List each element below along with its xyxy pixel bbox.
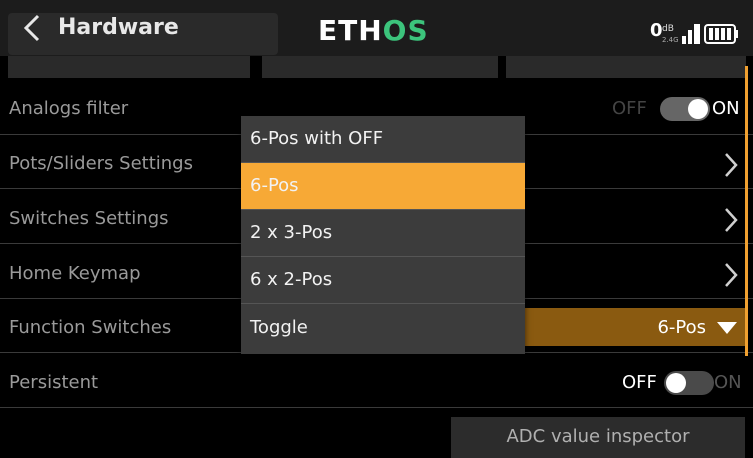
function-switches-value: 6-Pos — [657, 317, 706, 338]
dropdown-option[interactable]: 6 x 2-Pos — [241, 257, 525, 303]
toggle-knob — [666, 373, 686, 393]
analogs-filter-label: Analogs filter — [9, 98, 129, 119]
dropdown-option[interactable]: 2 x 3-Pos — [241, 210, 525, 256]
function-switches-select[interactable]: 6-Pos — [525, 308, 746, 346]
ethos-logo: ETHOS — [318, 15, 429, 45]
scrolled-row-fragment — [262, 56, 498, 78]
analogs-filter-on-label: ON — [712, 98, 740, 119]
persistent-toggle[interactable] — [664, 371, 714, 395]
dropdown-option[interactable]: 6-Pos with OFF — [241, 116, 525, 162]
home-keymap-label: Home Keymap — [9, 263, 141, 284]
row-persistent: Persistent OFF ON — [0, 358, 753, 414]
scroll-indicator — [745, 66, 748, 356]
chevron-right-icon — [725, 263, 738, 287]
function-switches-label: Function Switches — [9, 317, 172, 338]
scrolled-row-fragment — [8, 56, 250, 78]
page-title: Hardware — [58, 15, 179, 40]
chevron-right-icon — [725, 153, 738, 177]
battery-icon — [704, 24, 738, 44]
top-bar: Hardware ETHOS 0 dB 2.4G — [0, 0, 753, 56]
persistent-off-label: OFF — [622, 372, 657, 393]
option-label: Toggle — [250, 317, 308, 338]
scrolled-row-fragment — [506, 56, 746, 78]
pots-sliders-label: Pots/Sliders Settings — [9, 153, 193, 174]
function-switches-dropdown: 6-Pos with OFF 6-Pos 2 x 3-Pos 6 x 2-Pos… — [241, 116, 525, 354]
adc-button-label: ADC value inspector — [506, 426, 690, 447]
antenna-signal-icon — [682, 24, 700, 44]
dropdown-option[interactable]: Toggle — [241, 305, 525, 351]
adc-value-inspector-button[interactable]: ADC value inspector — [451, 417, 745, 458]
divider — [241, 303, 525, 304]
toggle-knob — [688, 99, 708, 119]
svg-text:ETHOS: ETHOS — [318, 15, 429, 45]
option-label: 6 x 2-Pos — [250, 269, 333, 290]
option-label: 6-Pos with OFF — [250, 128, 384, 149]
dropdown-option-selected[interactable]: 6-Pos — [241, 163, 525, 209]
chevron-right-icon — [725, 208, 738, 232]
signal-db-value: 0 — [650, 20, 663, 41]
analogs-filter-off-label: OFF — [612, 98, 647, 119]
persistent-label: Persistent — [9, 372, 99, 393]
divider — [0, 407, 753, 408]
dropdown-triangle-icon — [717, 322, 737, 334]
back-chevron-icon[interactable] — [16, 12, 48, 44]
switches-settings-label: Switches Settings — [9, 208, 169, 229]
persistent-on-label: ON — [714, 372, 742, 393]
status-area: 0 dB 2.4G — [640, 22, 744, 50]
option-label: 2 x 3-Pos — [250, 222, 333, 243]
band-label: 2.4G — [662, 36, 679, 44]
option-label: 6-Pos — [250, 175, 299, 196]
analogs-filter-toggle[interactable] — [660, 97, 710, 121]
signal-db-unit: dB — [662, 24, 674, 34]
